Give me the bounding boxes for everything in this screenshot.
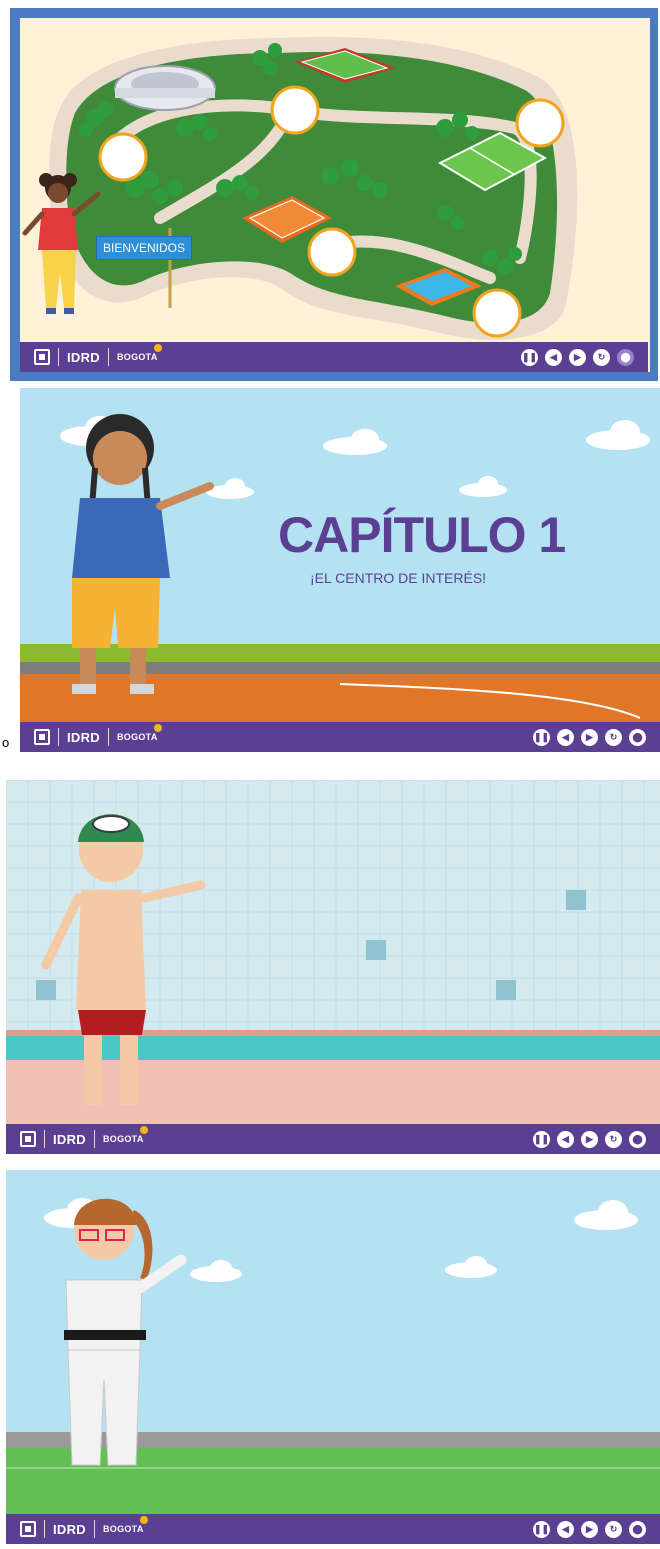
stray-text: o xyxy=(2,735,10,750)
alcaldia-shield-icon xyxy=(20,1131,36,1147)
previous-button[interactable]: ◀ xyxy=(545,348,562,366)
pool-scene xyxy=(6,780,660,1124)
map-pin-button[interactable]: ⬤ xyxy=(629,1520,646,1538)
pause-button[interactable]: ❚❚ xyxy=(533,1130,550,1148)
waypoint-3[interactable] xyxy=(515,98,565,148)
divider xyxy=(107,728,109,746)
park-map xyxy=(22,37,578,340)
playback-controls: ❚❚ ◀ ▶ ↻ ⬤ xyxy=(533,1124,646,1154)
divider xyxy=(93,1520,95,1538)
divider xyxy=(44,1520,45,1538)
player-toolbar: IDRD BOGOTA ❚❚ ◀ ▶ ↻ ⬤ xyxy=(6,1124,660,1154)
player-toolbar: IDRD BOGOTA ❚❚ ◀ ▶ ↻ ⬤ xyxy=(20,722,660,752)
alcaldia-shield-icon xyxy=(34,349,50,365)
playback-controls: ❚❚ ◀ ▶ ↻ ⬤ xyxy=(521,342,634,372)
playback-controls: ❚❚ ◀ ▶ ↻ ⬤ xyxy=(533,1514,646,1544)
idrd-logo: IDRD xyxy=(53,1131,86,1147)
slide-map: BIENVENIDOS IDRD BOGOTA ❚❚ ◀ ▶ ↻ ⬤ xyxy=(10,8,658,381)
next-button[interactable]: ▶ xyxy=(581,1520,598,1538)
next-button[interactable]: ▶ xyxy=(581,728,598,746)
playback-controls: ❚❚ ◀ ▶ ↻ ⬤ xyxy=(533,722,646,752)
map-pin-button[interactable]: ⬤ xyxy=(629,728,646,746)
pause-button[interactable]: ❚❚ xyxy=(521,348,538,366)
welcome-banner: BIENVENIDOS xyxy=(96,236,193,260)
divider xyxy=(44,1130,45,1148)
map-pin-button[interactable]: ⬤ xyxy=(617,348,634,366)
previous-button[interactable]: ◀ xyxy=(557,1130,574,1148)
alcaldia-shield-icon xyxy=(20,1521,36,1537)
idrd-logo: IDRD xyxy=(53,1521,86,1537)
bogota-logo: BOGOTA xyxy=(116,724,162,742)
bogota-logo: BOGOTA xyxy=(102,1516,148,1534)
sponsor-logos: IDRD BOGOTA xyxy=(20,1124,148,1154)
sponsor-logos: IDRD BOGOTA xyxy=(20,1514,148,1544)
pause-button[interactable]: ❚❚ xyxy=(533,1520,550,1538)
sponsor-logos: IDRD BOGOTA xyxy=(34,722,162,752)
reload-button[interactable]: ↻ xyxy=(605,1130,622,1148)
bogota-logo: BOGOTA xyxy=(116,344,162,362)
waypoint-1[interactable] xyxy=(98,132,148,182)
waypoint-2[interactable] xyxy=(270,85,320,135)
previous-button[interactable]: ◀ xyxy=(557,728,574,746)
alcaldia-shield-icon xyxy=(34,729,50,745)
divider xyxy=(58,348,59,366)
pause-button[interactable]: ❚❚ xyxy=(533,728,550,746)
slide-karate: IDRD BOGOTA ❚❚ ◀ ▶ ↻ ⬤ xyxy=(6,1170,660,1544)
waypoint-5[interactable] xyxy=(472,288,522,338)
reload-button[interactable]: ↻ xyxy=(593,348,610,366)
next-button[interactable]: ▶ xyxy=(581,1130,598,1148)
reload-button[interactable]: ↻ xyxy=(605,1520,622,1538)
bogota-logo: BOGOTA xyxy=(102,1126,148,1144)
player-toolbar: IDRD BOGOTA ❚❚ ◀ ▶ ↻ ⬤ xyxy=(6,1514,660,1544)
slide-pool: IDRD BOGOTA ❚❚ ◀ ▶ ↻ ⬤ xyxy=(6,780,660,1154)
divider xyxy=(58,728,59,746)
stadium xyxy=(114,65,216,111)
divider xyxy=(107,348,109,366)
player-toolbar: IDRD BOGOTA ❚❚ ◀ ▶ ↻ ⬤ xyxy=(20,342,648,372)
map-canvas: BIENVENIDOS xyxy=(20,18,650,372)
clouds xyxy=(44,1198,638,1282)
previous-button[interactable]: ◀ xyxy=(557,1520,574,1538)
slide-chapter: CAPÍTULO 1 ¡EL CENTRO DE INTERÉS! IDRD B… xyxy=(20,388,660,752)
divider xyxy=(93,1130,95,1148)
next-button[interactable]: ▶ xyxy=(569,348,586,366)
reload-button[interactable]: ↻ xyxy=(605,728,622,746)
chapter-subtitle: ¡EL CENTRO DE INTERÉS! xyxy=(310,570,487,586)
idrd-logo: IDRD xyxy=(67,729,100,745)
chapter-title: CAPÍTULO 1 xyxy=(278,507,566,563)
idrd-logo: IDRD xyxy=(67,349,100,365)
sponsor-logos: IDRD BOGOTA xyxy=(34,342,162,372)
karate-character xyxy=(64,1198,187,1466)
karate-scene xyxy=(6,1198,660,1514)
waypoint-4[interactable] xyxy=(307,227,357,277)
map-pin-button[interactable]: ⬤ xyxy=(629,1130,646,1148)
